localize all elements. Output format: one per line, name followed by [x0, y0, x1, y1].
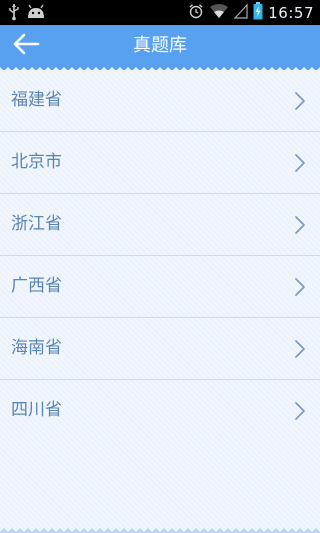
chevron-right-icon — [295, 154, 305, 172]
province-list: 福建省 北京市 浙江省 广西省 海南省 四川省 — [0, 70, 320, 442]
list-item-label: 福建省 — [11, 90, 62, 110]
page-title: 真题库 — [133, 35, 187, 56]
list-item-fujian[interactable]: 福建省 — [0, 70, 320, 132]
chevron-right-icon — [295, 340, 305, 358]
list-item-zhejiang[interactable]: 浙江省 — [0, 194, 320, 256]
chevron-right-icon — [295, 402, 305, 420]
alarm-icon — [188, 3, 204, 23]
battery-charging-icon — [253, 2, 263, 24]
wifi-icon — [209, 3, 229, 23]
footer-zigzag-edge — [0, 528, 320, 533]
list-item-hainan[interactable]: 海南省 — [0, 318, 320, 380]
list-empty-area — [0, 437, 320, 533]
status-bar: 16:57 — [0, 0, 320, 25]
chevron-right-icon — [295, 92, 305, 110]
list-item-label: 广西省 — [11, 276, 62, 296]
list-item-sichuan[interactable]: 四川省 — [0, 380, 320, 442]
signal-icon — [233, 3, 248, 23]
list-item-label: 四川省 — [11, 400, 62, 420]
title-bar: 真题库 — [0, 25, 320, 71]
list-item-label: 海南省 — [11, 338, 62, 358]
list-item-label: 浙江省 — [11, 214, 62, 234]
chevron-right-icon — [295, 278, 305, 296]
clock-time: 16:57 — [268, 4, 314, 22]
list-item-beijing[interactable]: 北京市 — [0, 132, 320, 194]
usb-icon — [8, 3, 20, 25]
list-item-label: 北京市 — [11, 152, 62, 172]
chevron-right-icon — [295, 216, 305, 234]
android-icon — [26, 4, 46, 24]
list-item-guangxi[interactable]: 广西省 — [0, 256, 320, 318]
